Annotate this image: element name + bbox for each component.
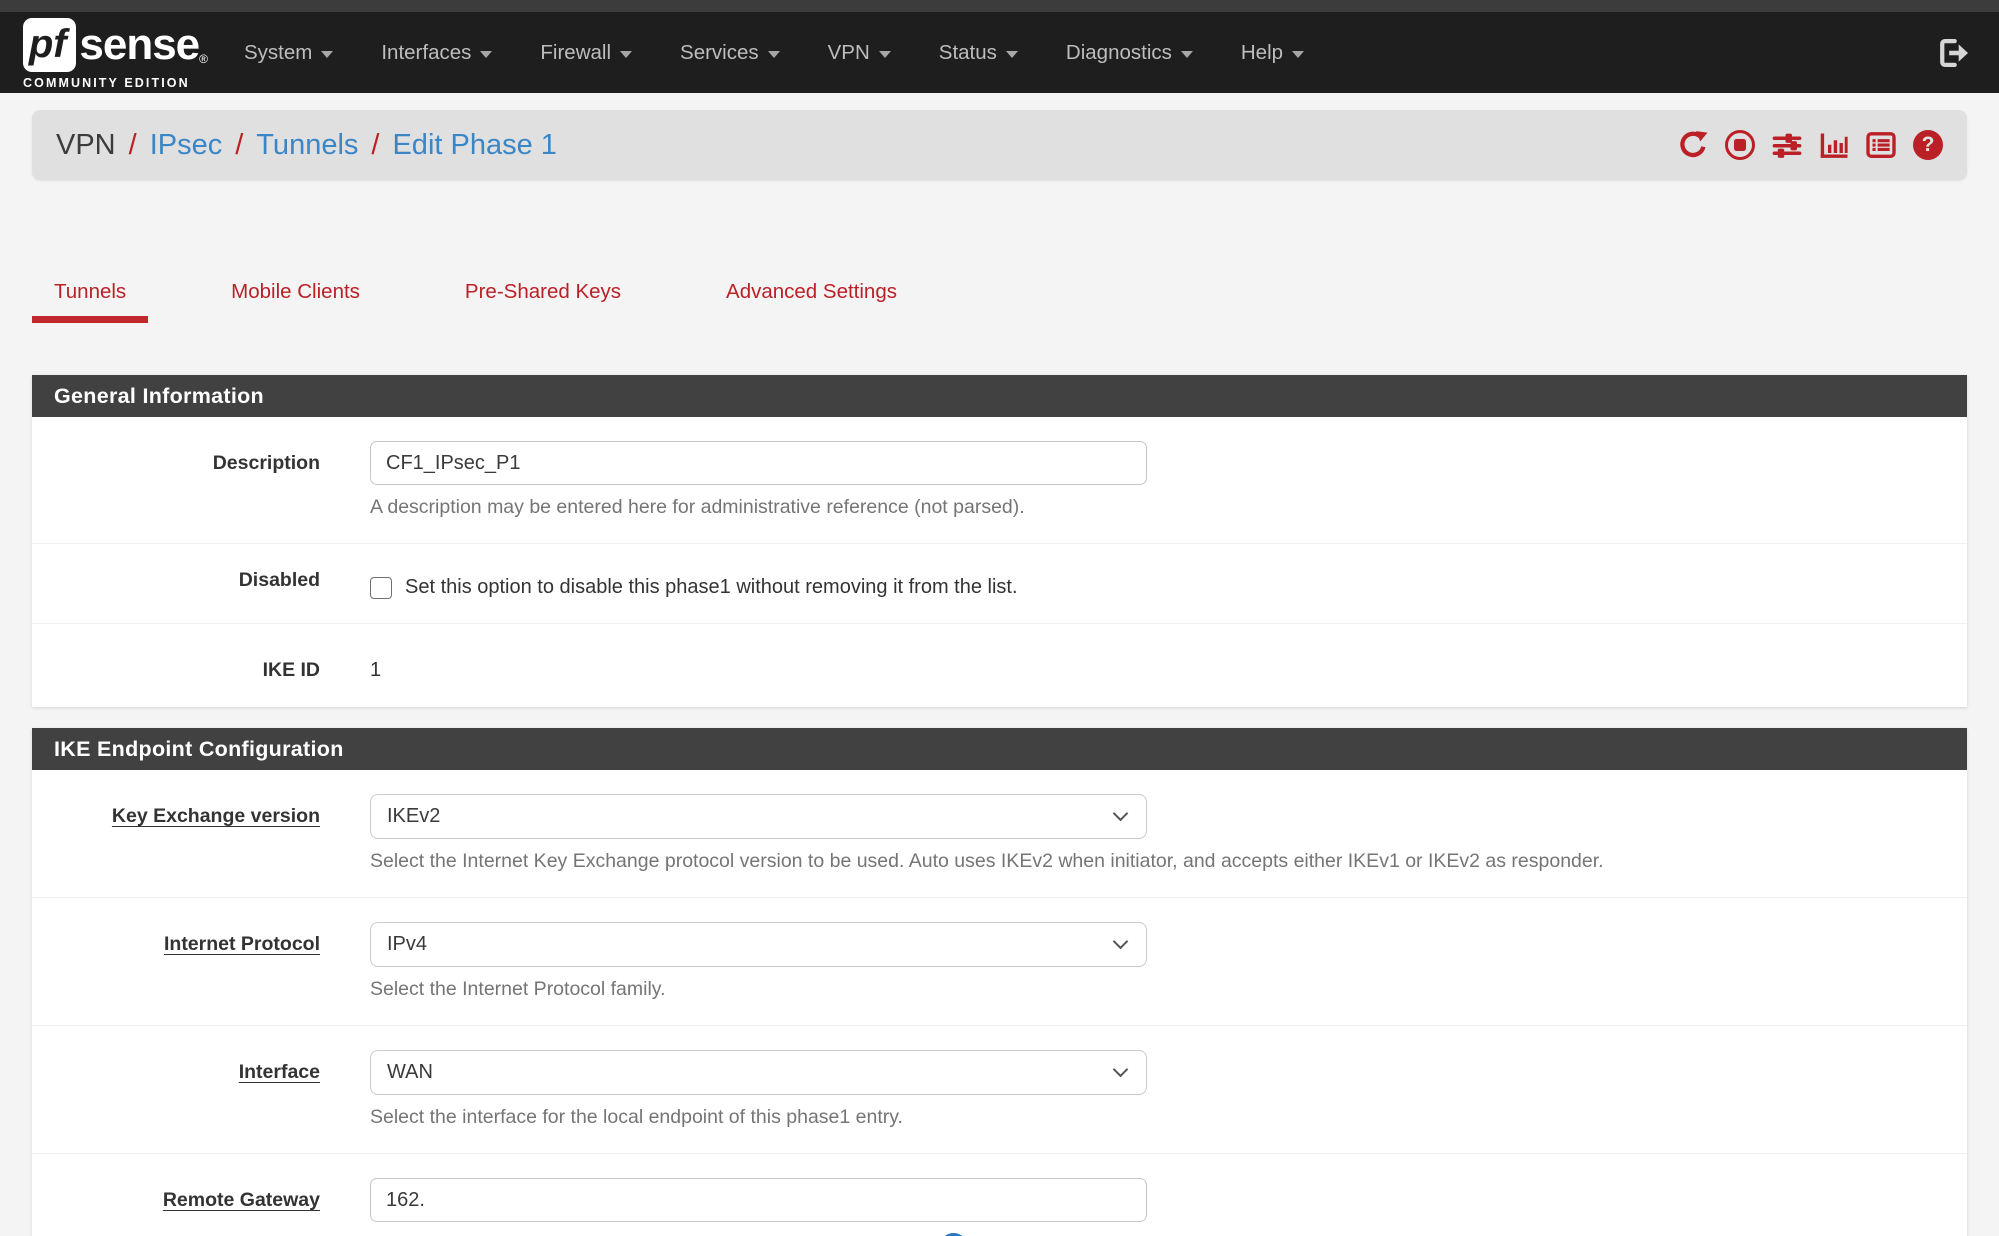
breadcrumb-section: VPN bbox=[56, 129, 116, 162]
internet-protocol-row: Internet Protocol IPv4 Select the Intern… bbox=[32, 898, 1967, 1026]
breadcrumb-bar: VPN / IPsec / Tunnels / Edit Phase 1 bbox=[32, 110, 1967, 180]
key-exchange-row: Key Exchange version IKEv2 Select the In… bbox=[32, 770, 1967, 898]
key-exchange-label: Key Exchange version bbox=[32, 794, 370, 873]
registered-mark: ® bbox=[199, 52, 208, 66]
tab-bar: Tunnels Mobile Clients Pre-Shared Keys A… bbox=[32, 280, 1967, 304]
breadcrumb-link-tunnels[interactable]: Tunnels bbox=[256, 129, 358, 162]
main-menu: System Interfaces Firewall Services VPN … bbox=[220, 41, 1328, 65]
interface-select[interactable]: WAN bbox=[370, 1050, 1147, 1095]
nav-item-label: VPN bbox=[828, 41, 870, 65]
remote-gateway-row: Remote Gateway Enter the public IP addre… bbox=[32, 1154, 1967, 1236]
ike-id-label: IKE ID bbox=[32, 648, 370, 682]
list-icon[interactable] bbox=[1866, 130, 1896, 160]
breadcrumb: VPN / IPsec / Tunnels / Edit Phase 1 bbox=[56, 129, 557, 162]
pfsense-logo[interactable]: pf sense ® COMMUNITY EDITION bbox=[23, 18, 208, 90]
ike-id-row: IKE ID 1 bbox=[32, 624, 1967, 706]
nav-item-status[interactable]: Status bbox=[915, 41, 1042, 65]
interface-row: Interface WAN Select the interface for t… bbox=[32, 1026, 1967, 1154]
nav-item-services[interactable]: Services bbox=[656, 41, 804, 65]
chevron-down-icon bbox=[1113, 806, 1129, 822]
description-help: A description may be entered here for ad… bbox=[370, 496, 1967, 519]
nav-item-label: Services bbox=[680, 41, 759, 65]
internet-protocol-selected-value: IPv4 bbox=[387, 933, 427, 956]
key-exchange-select[interactable]: IKEv2 bbox=[370, 794, 1147, 839]
caret-down-icon bbox=[1292, 51, 1304, 58]
caret-down-icon bbox=[1006, 51, 1018, 58]
top-navbar: pf sense ® COMMUNITY EDITION System Inte… bbox=[0, 0, 1999, 93]
ike-endpoint-panel: IKE Endpoint Configuration Key Exchange … bbox=[32, 728, 1967, 1236]
disabled-label: Disabled bbox=[32, 568, 370, 599]
internet-protocol-select[interactable]: IPv4 bbox=[370, 922, 1147, 967]
remote-gateway-label: Remote Gateway bbox=[32, 1178, 370, 1236]
breadcrumb-separator: / bbox=[235, 129, 243, 162]
disabled-row: Disabled Set this option to disable this… bbox=[32, 544, 1967, 624]
nav-item-firewall[interactable]: Firewall bbox=[516, 41, 656, 65]
interface-selected-value: WAN bbox=[387, 1061, 433, 1084]
breadcrumb-link-edit-phase1[interactable]: Edit Phase 1 bbox=[392, 129, 556, 162]
pfsense-wordmark: sense bbox=[79, 20, 199, 70]
remote-gateway-input[interactable] bbox=[370, 1178, 1147, 1222]
caret-down-icon bbox=[321, 51, 333, 58]
nav-item-system[interactable]: System bbox=[220, 41, 357, 65]
internet-protocol-label: Internet Protocol bbox=[32, 922, 370, 1001]
disabled-checkbox[interactable] bbox=[370, 577, 392, 599]
nav-item-label: Diagnostics bbox=[1066, 41, 1172, 65]
sliders-icon[interactable] bbox=[1772, 130, 1802, 160]
ike-id-value: 1 bbox=[370, 648, 1967, 682]
description-input[interactable] bbox=[370, 441, 1147, 485]
nav-item-label: System bbox=[244, 41, 312, 65]
description-row: Description A description may be entered… bbox=[32, 417, 1967, 544]
caret-down-icon bbox=[480, 51, 492, 58]
pfsense-pf-badge: pf bbox=[23, 18, 76, 72]
caret-down-icon bbox=[620, 51, 632, 58]
interface-help: Select the interface for the local endpo… bbox=[370, 1106, 1967, 1129]
tab-pre-shared-keys[interactable]: Pre-Shared Keys bbox=[443, 280, 643, 304]
page-action-icons: ? bbox=[1678, 130, 1943, 160]
bar-chart-icon[interactable] bbox=[1819, 130, 1849, 160]
key-exchange-selected-value: IKEv2 bbox=[387, 805, 440, 828]
nav-item-label: Status bbox=[939, 41, 997, 65]
general-information-panel: General Information Description A descri… bbox=[32, 375, 1967, 707]
key-exchange-help: Select the Internet Key Exchange protoco… bbox=[370, 850, 1967, 873]
chevron-down-icon bbox=[1113, 1062, 1129, 1078]
internet-protocol-help: Select the Internet Protocol family. bbox=[370, 978, 1967, 1001]
caret-down-icon bbox=[768, 51, 780, 58]
refresh-icon[interactable] bbox=[1678, 130, 1708, 160]
caret-down-icon bbox=[1181, 51, 1193, 58]
stop-icon-square bbox=[1734, 139, 1746, 151]
navbar-top-strip bbox=[0, 0, 1999, 12]
help-icon[interactable]: ? bbox=[1913, 130, 1943, 160]
nav-item-diagnostics[interactable]: Diagnostics bbox=[1042, 41, 1217, 65]
sign-out-icon[interactable] bbox=[1937, 36, 1971, 70]
community-edition-label: COMMUNITY EDITION bbox=[23, 76, 208, 90]
description-label: Description bbox=[32, 441, 370, 519]
breadcrumb-link-ipsec[interactable]: IPsec bbox=[150, 129, 223, 162]
chevron-down-icon bbox=[1113, 934, 1129, 950]
tab-advanced-settings[interactable]: Advanced Settings bbox=[704, 280, 919, 304]
tab-mobile-clients[interactable]: Mobile Clients bbox=[209, 280, 382, 304]
interface-label: Interface bbox=[32, 1050, 370, 1129]
nav-item-help[interactable]: Help bbox=[1217, 41, 1328, 65]
section-title-ike-endpoint: IKE Endpoint Configuration bbox=[32, 728, 1967, 770]
tab-tunnels[interactable]: Tunnels bbox=[32, 280, 148, 304]
nav-item-interfaces[interactable]: Interfaces bbox=[357, 41, 516, 65]
nav-item-label: Interfaces bbox=[381, 41, 471, 65]
breadcrumb-separator: / bbox=[129, 129, 137, 162]
stop-icon[interactable] bbox=[1725, 130, 1755, 160]
breadcrumb-separator: / bbox=[371, 129, 379, 162]
section-title-general-information: General Information bbox=[32, 375, 1967, 417]
disabled-checkbox-label: Set this option to disable this phase1 w… bbox=[405, 576, 1018, 599]
nav-item-vpn[interactable]: VPN bbox=[804, 41, 915, 65]
nav-item-label: Help bbox=[1241, 41, 1283, 65]
caret-down-icon bbox=[879, 51, 891, 58]
nav-item-label: Firewall bbox=[540, 41, 611, 65]
